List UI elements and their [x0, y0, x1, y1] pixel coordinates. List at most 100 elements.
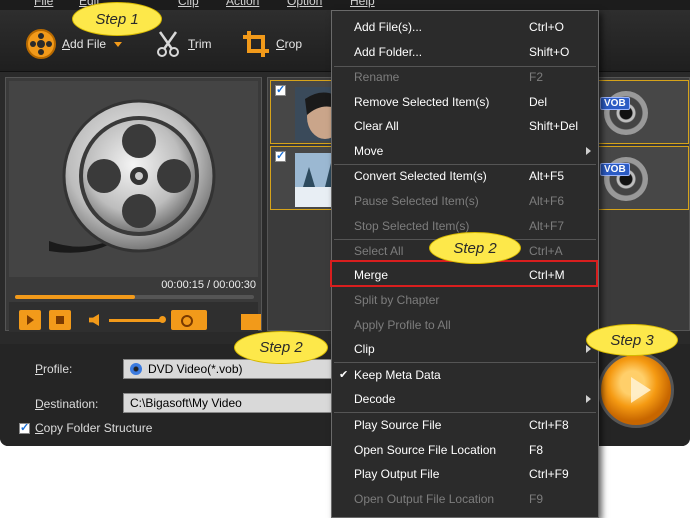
- menu-item-label: Play Source File: [354, 418, 442, 432]
- menu-item-remove-selected[interactable]: Remove Selected Item(s) Del: [333, 90, 597, 114]
- crop-label: Crop: [276, 37, 303, 51]
- menu-item-shortcut: F9: [529, 492, 544, 506]
- menu-item-shortcut: Shift+O: [529, 45, 570, 59]
- menu-item-shortcut: Shift+Del: [529, 119, 579, 133]
- menu-item-shortcut: Ctrl+F8: [529, 418, 569, 432]
- menu-item-label: Apply Profile to All: [354, 318, 451, 332]
- menu-item-keep-meta-data[interactable]: ✔ Keep Meta Data: [333, 363, 597, 387]
- menu-item-convert-selected[interactable]: Convert Selected Item(s) Alt+F5: [333, 164, 597, 188]
- film-reel-icon: [26, 29, 56, 59]
- profile-value: DVD Video(*.vob): [148, 362, 243, 376]
- menu-item-label: Remove Selected Item(s): [354, 95, 490, 109]
- menu-item-apply-profile[interactable]: Apply Profile to All: [333, 313, 597, 337]
- menu-clip[interactable]: Clip: [178, 0, 199, 8]
- menu-item-label: Split by Chapter: [354, 293, 440, 307]
- menu-item-pause-selected[interactable]: Pause Selected Item(s) Alt+F6: [333, 189, 597, 213]
- menu-item-shortcut: Alt+F6: [529, 194, 565, 208]
- stop-button[interactable]: [49, 310, 71, 330]
- step3-callout: Step 3: [586, 324, 678, 356]
- file-checkbox[interactable]: [275, 83, 286, 96]
- menu-option[interactable]: Option: [287, 0, 322, 8]
- menu-item-clip[interactable]: Clip: [333, 337, 597, 361]
- menu-item-shortcut: Ctrl+F9: [529, 467, 569, 481]
- crop-button[interactable]: Crop: [242, 28, 302, 60]
- step2-menu-callout: Step 2: [429, 232, 521, 264]
- profile-label: Profile:: [35, 362, 73, 376]
- play-button[interactable]: [19, 310, 41, 330]
- menu-item-add-files[interactable]: Add File(s)... Ctrl+O: [333, 15, 597, 39]
- trim-button[interactable]: Trim: [156, 28, 212, 60]
- menu-item-label: Open Output File Location: [354, 492, 495, 506]
- film-reel-logo-icon: [49, 99, 216, 253]
- dvd-icon: [130, 363, 142, 375]
- callout-text: Step 1: [95, 10, 139, 28]
- step1-callout: Step 1: [72, 2, 162, 36]
- menu-item-label: Open Source File Location: [354, 443, 497, 457]
- merge-highlight-box: [330, 260, 598, 287]
- convert-button[interactable]: [598, 352, 674, 428]
- volume-knob[interactable]: [159, 316, 166, 323]
- timeline[interactable]: 00:00:15 / 00:00:30: [9, 277, 258, 301]
- time-display: 00:00:15 / 00:00:30: [161, 279, 256, 291]
- menu-item-shortcut: F2: [529, 70, 544, 84]
- menu-action[interactable]: Action: [226, 0, 259, 8]
- menu-item-label: Rename: [354, 70, 400, 84]
- menu-item-label: Clear All: [354, 119, 399, 133]
- destination-value: C:\Bigasoft\My Video: [130, 396, 242, 410]
- menu-item-split-by-chapter[interactable]: Split by Chapter: [333, 288, 597, 312]
- callout-text: Step 2: [259, 339, 303, 356]
- menu-item-add-folder[interactable]: Add Folder... Shift+O: [333, 40, 597, 64]
- file-checkbox[interactable]: [275, 149, 286, 162]
- menu-item-shortcut: Alt+F5: [529, 169, 565, 183]
- preview-screen: [9, 81, 258, 277]
- menu-item-clear-all[interactable]: Clear All Shift+Del: [333, 114, 597, 138]
- dropdown-arrow-icon[interactable]: [114, 41, 123, 47]
- callout-text: Step 2: [453, 239, 497, 257]
- menu-item-play-output[interactable]: Play Output File Ctrl+F9: [333, 462, 597, 486]
- menu-item-label: Decode: [354, 392, 396, 406]
- submenu-arrow-icon: [586, 395, 591, 403]
- menu-help[interactable]: Help: [350, 0, 375, 8]
- menu-item-label: Pause Selected Item(s): [354, 194, 479, 208]
- menu-item-shortcut: Ctrl+O: [529, 20, 565, 34]
- progress-track[interactable]: [15, 295, 254, 299]
- step2-profile-callout: Step 2: [234, 331, 328, 364]
- progress-fill: [15, 295, 135, 299]
- menu-item-label: Add File(s)...: [354, 20, 423, 34]
- destination-field[interactable]: C:\Bigasoft\My Video: [123, 393, 333, 413]
- menu-file[interactable]: File: [34, 0, 53, 8]
- menu-item-label: Keep Meta Data: [354, 368, 441, 382]
- menu-item-shortcut: Del: [529, 95, 548, 109]
- vob-disc-icon: VOB: [600, 157, 648, 201]
- menu-item-shortcut: Alt+F7: [529, 219, 565, 233]
- destination-label: Destination:: [35, 397, 99, 411]
- volume-icon[interactable]: [89, 314, 99, 326]
- scissors-icon: [157, 31, 179, 57]
- trim-label: Trim: [188, 37, 212, 51]
- crop-icon: [243, 31, 269, 57]
- menu-item-label: Play Output File: [354, 467, 440, 481]
- vob-disc-icon: VOB: [600, 91, 648, 135]
- submenu-arrow-icon: [586, 147, 591, 155]
- copy-folder-label: Copy Folder Structure: [35, 421, 153, 435]
- snapshot-button[interactable]: [171, 310, 207, 330]
- checkmark-icon: ✔: [339, 369, 349, 381]
- menu-item-play-source[interactable]: Play Source File Ctrl+F8: [333, 413, 597, 437]
- menu-item-open-output-location[interactable]: Open Output File Location F9: [333, 487, 597, 511]
- menu-item-label: Add Folder...: [354, 45, 423, 59]
- menu-item-rename[interactable]: Rename F2: [333, 65, 597, 89]
- menu-item-move[interactable]: Move: [333, 139, 597, 163]
- volume-slider[interactable]: [109, 319, 161, 322]
- file-format-badge: VOB: [600, 97, 630, 110]
- menu-item-label: Convert Selected Item(s): [354, 169, 487, 183]
- menu-item-shortcut: F8: [529, 443, 544, 457]
- menu-item-decode[interactable]: Decode: [333, 387, 597, 411]
- copy-folder-checkbox[interactable]: [19, 421, 30, 434]
- preview-panel: 00:00:15 / 00:00:30: [5, 77, 262, 332]
- menu-item-label: Move: [354, 144, 384, 158]
- callout-text: Step 3: [610, 331, 654, 349]
- add-file-label: Add File: [62, 37, 107, 51]
- menu-item-open-source-location[interactable]: Open Source File Location F8: [333, 438, 597, 462]
- file-format-badge: VOB: [600, 163, 630, 176]
- open-snapshot-folder-button[interactable]: [241, 314, 261, 330]
